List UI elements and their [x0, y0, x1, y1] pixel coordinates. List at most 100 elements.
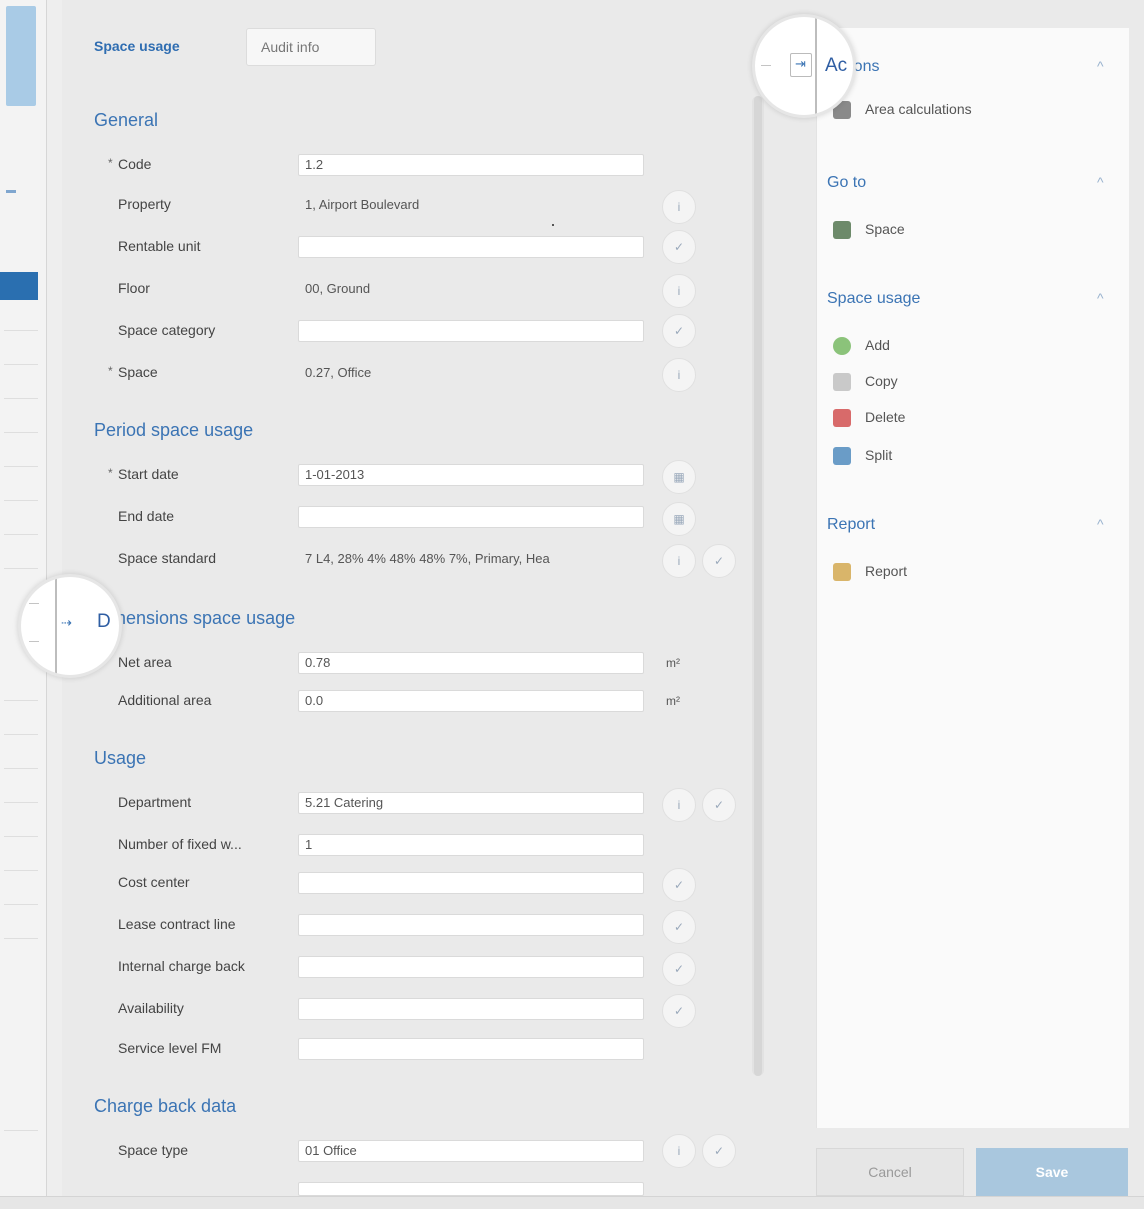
- field-label-space-type: Space type: [118, 1142, 189, 1158]
- department-info-button[interactable]: i: [662, 788, 696, 822]
- start-date-input[interactable]: 1-01-2013: [298, 464, 644, 486]
- floor-value: 00, Ground: [305, 281, 371, 296]
- space-type-select-button[interactable]: ✓: [702, 1134, 736, 1168]
- dialog-buttons: Cancel Save: [816, 1148, 1128, 1198]
- tab-space-usage[interactable]: Space usage: [80, 28, 194, 64]
- field-label-lease-contract-line: Lease contract line: [118, 916, 236, 932]
- magnifier-dimensions-toggle: ⇢ D: [18, 574, 122, 678]
- magnifier-actions-panel-toggle: ⇥ Ac: [752, 14, 856, 118]
- department-input[interactable]: 5.21 Catering: [298, 792, 644, 814]
- panel-item-delete[interactable]: Delete: [833, 406, 905, 428]
- panel-item-split[interactable]: Split: [833, 444, 892, 466]
- section-title-zoomed: D: [97, 611, 111, 632]
- space-type-input[interactable]: 01 Office: [298, 1140, 644, 1162]
- fixed-workplaces-input[interactable]: 1: [298, 834, 644, 856]
- internal-charge-back-input[interactable]: [298, 956, 644, 978]
- field-label-floor: Floor: [118, 280, 150, 296]
- floor-info-button[interactable]: i: [662, 274, 696, 308]
- additional-area-unit: m²: [666, 694, 680, 708]
- net-area-input[interactable]: 0.78: [298, 652, 644, 674]
- start-date-calendar-button[interactable]: ▦: [662, 460, 696, 494]
- section-usage-title: Usage: [94, 748, 147, 768]
- space-value: 0.27, Office: [305, 365, 372, 380]
- service-level-fm-input[interactable]: [298, 1038, 644, 1060]
- availability-input[interactable]: [298, 998, 644, 1020]
- field-label-start-date: Start date: [118, 466, 179, 482]
- panel-item-copy[interactable]: Copy: [833, 370, 898, 392]
- cancel-button[interactable]: Cancel: [816, 1148, 964, 1196]
- required-marker: *: [108, 156, 113, 170]
- rentable-unit-select-button[interactable]: ✓: [662, 230, 696, 264]
- sidebar-marker: [6, 190, 16, 193]
- section-charge-back-title: Charge back data: [94, 1096, 237, 1116]
- space-standard-select-button[interactable]: ✓: [702, 544, 736, 578]
- field-label-availability: Availability: [118, 1000, 184, 1016]
- availability-select-button[interactable]: ✓: [662, 994, 696, 1028]
- field-label-fixed-workplaces: Number of fixed w...: [118, 836, 242, 852]
- field-label-additional-area: Additional area: [118, 692, 212, 708]
- app-logo: [6, 6, 36, 106]
- field-label-code: Code: [118, 156, 152, 172]
- collapse-icon[interactable]: ^: [1097, 290, 1104, 306]
- property-info-button[interactable]: i: [662, 190, 696, 224]
- field-label-cost-center: Cost center: [118, 874, 190, 890]
- scrollbar-thumb[interactable]: [754, 96, 762, 1076]
- copy-icon: [833, 373, 851, 392]
- mouse-dot: [552, 224, 554, 226]
- delete-icon: [833, 409, 851, 428]
- rentable-unit-input[interactable]: [298, 236, 644, 258]
- panel-group-goto-title[interactable]: Go to: [827, 174, 866, 192]
- form-scrollbar[interactable]: [752, 96, 764, 1076]
- cost-center-input[interactable]: [298, 872, 644, 894]
- panel-item-space[interactable]: Space: [833, 218, 905, 240]
- field-label-internal-charge-back: Internal charge back: [118, 958, 245, 974]
- lease-contract-line-input[interactable]: [298, 914, 644, 936]
- space-standard-info-button[interactable]: i: [662, 544, 696, 578]
- additional-area-input[interactable]: 0.0: [298, 690, 644, 712]
- panel-item-add[interactable]: Add: [833, 334, 890, 356]
- panel-item-area-calculations[interactable]: Area calculations: [833, 98, 972, 120]
- actions-panel: Actions ^ Area calculations Go to ^ Spac…: [816, 28, 1129, 1128]
- next-field-input[interactable]: [298, 1182, 644, 1196]
- panel-group-space-usage-title[interactable]: Space usage: [827, 290, 920, 308]
- panel-collapse-toggle[interactable]: ⇥: [790, 53, 812, 77]
- department-select-button[interactable]: ✓: [702, 788, 736, 822]
- field-label-end-date: End date: [118, 508, 175, 524]
- space-icon: [833, 221, 851, 240]
- panel-item-report[interactable]: Report: [833, 560, 907, 582]
- form-area: General * Code 1.2 Property 1, Airport B…: [72, 90, 752, 1200]
- expand-left-icon[interactable]: ⇢: [61, 615, 72, 631]
- collapse-icon[interactable]: ^: [1097, 516, 1104, 532]
- collapse-right-icon: ⇥: [795, 56, 806, 71]
- panel-group-report-title[interactable]: Report: [827, 516, 875, 534]
- space-standard-value: 7 L4, 28% 4% 48% 48% 7%, Primary, Hea: [305, 551, 550, 566]
- sidebar-selected-item[interactable]: [0, 272, 38, 300]
- panel-title-zoomed: Ac: [825, 55, 848, 76]
- field-label-space: Space: [118, 364, 158, 380]
- field-label-rentable-unit: Rentable unit: [118, 238, 201, 254]
- field-label-space-category: Space category: [118, 322, 216, 338]
- net-area-unit: m²: [666, 656, 680, 670]
- collapse-icon[interactable]: ^: [1097, 174, 1104, 190]
- space-category-select-button[interactable]: ✓: [662, 314, 696, 348]
- collapse-icon[interactable]: ^: [1097, 58, 1104, 74]
- lease-contract-line-select-button[interactable]: ✓: [662, 910, 696, 944]
- space-category-input[interactable]: [298, 320, 644, 342]
- field-label-department: Department: [118, 794, 192, 810]
- section-general-title: General: [94, 110, 159, 130]
- cost-center-select-button[interactable]: ✓: [662, 868, 696, 902]
- required-marker: *: [108, 466, 113, 480]
- end-date-input[interactable]: [298, 506, 644, 528]
- field-label-space-standard: Space standard: [118, 550, 217, 566]
- code-input[interactable]: 1.2: [298, 154, 644, 176]
- field-label-service-level-fm: Service level FM: [118, 1040, 222, 1056]
- space-info-button[interactable]: i: [662, 358, 696, 392]
- field-label-net-area: Net area: [118, 654, 172, 670]
- space-type-info-button[interactable]: i: [662, 1134, 696, 1168]
- end-date-calendar-button[interactable]: ▦: [662, 502, 696, 536]
- internal-charge-back-select-button[interactable]: ✓: [662, 952, 696, 986]
- save-button[interactable]: Save: [976, 1148, 1128, 1196]
- tab-audit-info[interactable]: Audit info: [246, 28, 376, 66]
- required-marker: *: [108, 364, 113, 378]
- property-value: 1, Airport Boulevard: [305, 197, 420, 212]
